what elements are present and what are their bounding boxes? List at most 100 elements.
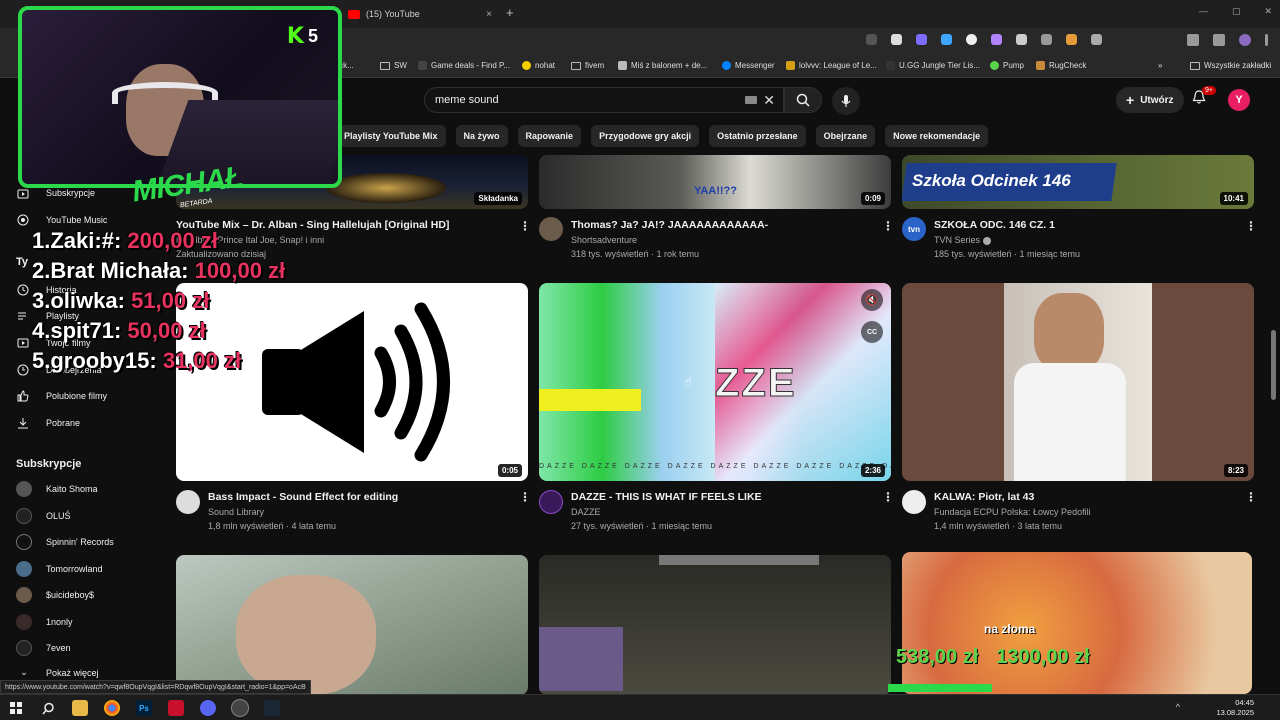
cast-icon[interactable] [866,34,877,45]
clear-search-icon[interactable]: ✕ [763,92,775,109]
you-heading[interactable]: Ty [16,256,28,268]
captions-icon[interactable]: CC [861,321,883,343]
chip-watched[interactable]: Obejrzane [815,125,876,147]
sidebar-sub-item[interactable]: Kaito Shoma [16,481,98,497]
minimize-button[interactable]: — [1199,6,1208,17]
bookmark-folder[interactable]: fivem [571,61,604,70]
chip-action-adventure[interactable]: Przygodowe gry akcji [591,125,700,147]
notifications-button[interactable]: 9+ [1192,86,1216,110]
sidebar-sub-item[interactable]: 7even [16,640,71,656]
windows-start-icon[interactable] [8,700,24,716]
new-tab-button[interactable]: + [506,5,514,20]
puzzle-icon[interactable] [1091,34,1102,45]
channel-avatar[interactable]: tvn [902,217,926,241]
more-options-icon[interactable]: ⋮ [519,219,531,233]
page-scrollbar[interactable] [1271,330,1276,400]
bookmark-star-icon[interactable] [891,34,902,45]
extension-icon[interactable] [1041,34,1052,45]
bookmark-item[interactable]: RugCheck [1036,61,1086,70]
video-title[interactable]: Thomas? Ja? JA!? JAAAAAAAAAAAA- [571,219,768,231]
account-avatar[interactable]: Y [1228,89,1250,111]
sidebar-sub-item[interactable]: 1nonly [16,614,73,630]
bookmark-folder[interactable]: Wszystkie zakładki [1190,61,1271,70]
create-button[interactable]: + Utwórz [1116,87,1184,113]
extension-icon[interactable] [1066,34,1077,45]
more-options-icon[interactable]: ⋮ [1245,490,1257,504]
extension-icon[interactable] [916,34,927,45]
steam-icon[interactable] [264,700,280,716]
bookmark-item[interactable]: Miś z balonem + de... [618,61,707,70]
search-icon[interactable] [40,700,56,716]
video-channel[interactable]: Sound Library [208,507,264,517]
eyedropper-icon[interactable] [1016,34,1027,45]
video-title[interactable]: DAZZE - THIS IS WHAT IF FEELS LIKE [571,491,762,503]
keyboard-icon[interactable] [745,96,757,104]
video-title[interactable]: Bass Impact - Sound Effect for editing [208,491,398,503]
sidebar-item-downloads[interactable]: Pobrane [16,416,80,430]
channel-avatar[interactable] [176,490,200,514]
app-icon[interactable] [168,700,184,716]
obs-icon[interactable] [231,699,249,717]
bookmark-item[interactable]: nohat [522,61,555,70]
more-options-icon[interactable]: ⋮ [1245,219,1257,233]
video-thumbnail[interactable] [539,555,891,695]
bookmarks-overflow[interactable]: » [1158,61,1162,70]
show-more-button[interactable]: ⌄ Pokaż więcej [16,667,98,678]
channel-avatar[interactable] [539,490,563,514]
sidebar-sub-item[interactable]: $uicideboy$ [16,587,94,603]
tab-close-icon[interactable]: × [486,9,492,20]
menu-dots-icon[interactable] [1265,34,1268,46]
bookmark-item[interactable]: Messenger [722,61,775,70]
extension-icon[interactable] [941,34,952,45]
video-title[interactable]: SZKOŁA ODC. 146 CZ. 1 [934,219,1055,231]
voice-search-button[interactable] [832,87,860,115]
reading-list-icon[interactable] [1213,34,1225,46]
chip-new-to-you[interactable]: Nowe rekomendacje [885,125,989,147]
bookmark-item[interactable]: Game deals - Find P... [418,61,510,70]
bookmark-item[interactable]: U.GG Jungle Tier Lis... [886,61,980,70]
more-options-icon[interactable]: ⋮ [519,490,531,504]
chrome-icon[interactable] [104,700,120,716]
search-button[interactable] [784,87,822,113]
more-options-icon[interactable]: ⋮ [882,219,894,233]
sidebar-item-subscriptions[interactable]: Subskrypcje [16,186,95,200]
mute-icon[interactable]: 🔇 [861,289,883,311]
channel-avatar[interactable] [902,490,926,514]
tab-youtube[interactable]: (15) YouTube × [340,3,500,25]
sidebar-sub-item[interactable]: Spinnin' Records [16,534,114,550]
sidebar-sub-item[interactable]: Tomorrowland [16,561,103,577]
channel-avatar[interactable] [539,217,563,241]
video-thumbnail[interactable] [176,555,528,695]
video-channel[interactable]: Shortsadventure [571,235,637,245]
sidebar-item-youtube-music[interactable]: YouTube Music [16,213,107,227]
chip-rap[interactable]: Rapowanie [517,125,582,147]
video-channel[interactable]: Fundacja ECPU Polska: Łowcy Pedofili [934,507,1091,517]
bookmark-item[interactable]: lolvvv: League of Le... [786,61,877,70]
video-channel[interactable]: TVN Series [934,235,991,245]
video-title[interactable]: KALWA: Piotr, lat 43 [934,491,1034,503]
file-explorer-icon[interactable] [72,700,88,716]
discord-icon[interactable] [200,700,216,716]
download-icon[interactable] [1187,34,1199,46]
extension-icon[interactable] [991,34,1002,45]
video-thumbnail[interactable]: ZZE DAZZE DAZZE DAZZE DAZZE DAZZE DAZZE … [539,283,891,481]
search-input[interactable]: meme sound ✕ [424,87,784,113]
video-channel[interactable]: DAZZE [571,507,601,517]
chip-live[interactable]: Na żywo [455,125,508,147]
bookmark-item[interactable]: Pump [990,61,1024,70]
chip-youtube-mix[interactable]: Playlisty YouTube Mix [336,125,446,147]
sidebar-sub-item[interactable]: OLUŚ [16,508,71,524]
video-thumbnail[interactable]: Szkoła Odcinek 146 10:41 [902,155,1254,209]
close-window-button[interactable]: ✕ [1264,6,1272,17]
chip-recently-uploaded[interactable]: Ostatnio przesłane [709,125,806,147]
maximize-button[interactable]: ▢ [1232,6,1241,17]
extension-icon[interactable] [966,34,977,45]
bookmark-folder[interactable]: SW [380,61,407,70]
video-thumbnail[interactable] [902,552,1252,694]
video-thumbnail[interactable]: 8:23 [902,283,1254,481]
profile-icon[interactable] [1239,34,1251,46]
photoshop-icon[interactable]: Ps [136,700,152,716]
taskbar-clock[interactable]: 04:45 13.08.2025 [1216,698,1254,718]
system-tray-toggle[interactable]: ^ [1176,702,1180,712]
more-options-icon[interactable]: ⋮ [882,490,894,504]
